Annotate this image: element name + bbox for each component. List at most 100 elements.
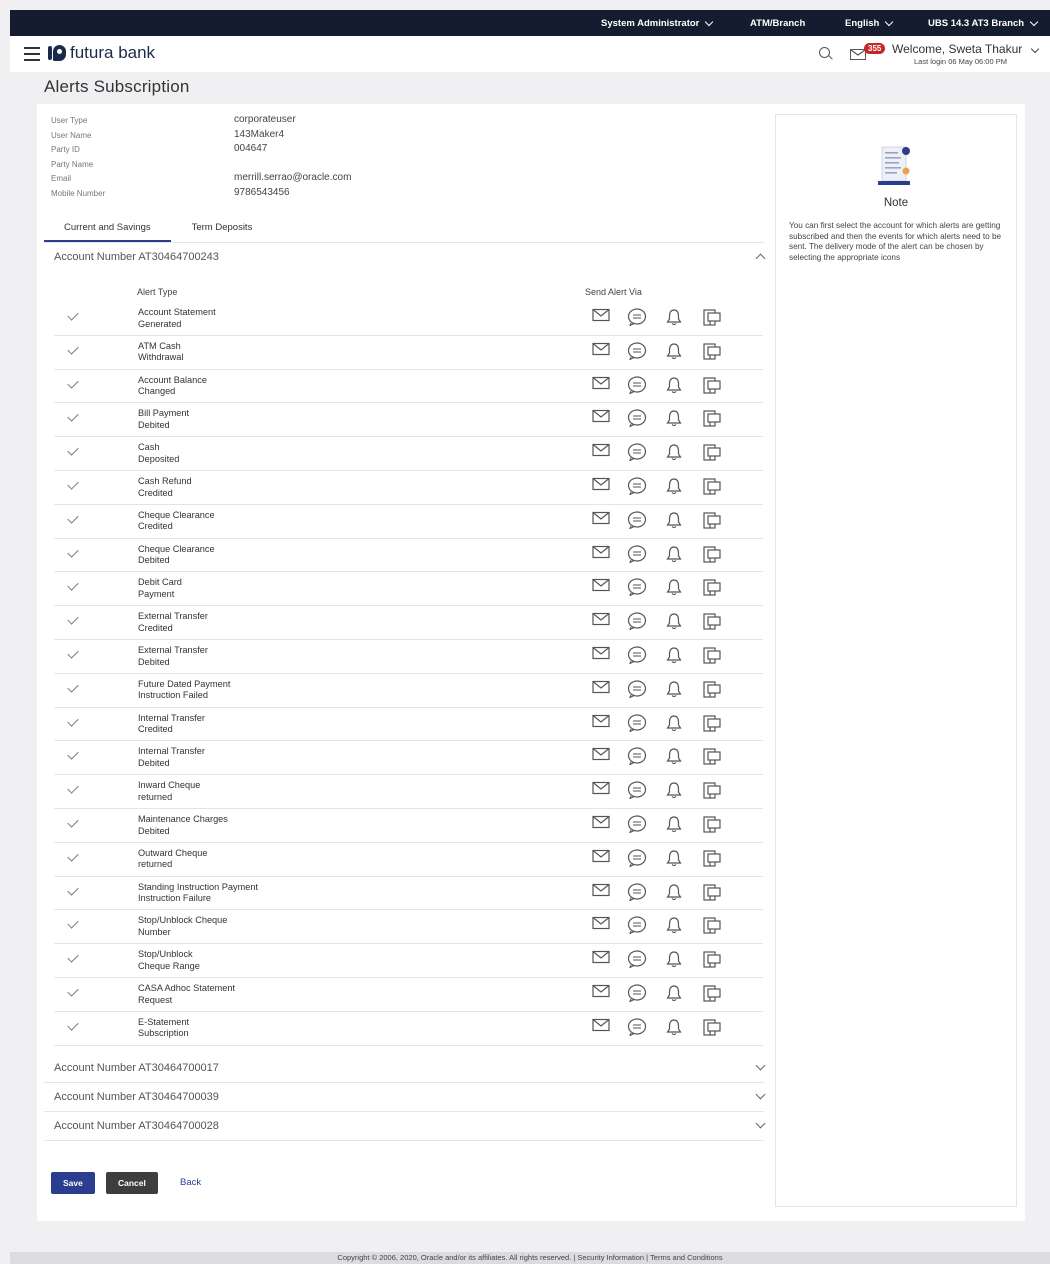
sms-alert-icon[interactable]	[627, 916, 647, 939]
email-alert-icon[interactable]	[592, 342, 610, 361]
alert-row[interactable]: Standing Instruction Payment Instruction …	[54, 877, 763, 911]
on-screen-alert-icon[interactable]	[702, 849, 722, 874]
sms-alert-icon[interactable]	[627, 849, 647, 872]
on-screen-alert-icon[interactable]	[702, 578, 722, 603]
on-screen-alert-icon[interactable]	[702, 984, 722, 1009]
sms-alert-icon[interactable]	[627, 713, 647, 737]
on-screen-alert-icon[interactable]	[702, 781, 722, 806]
menu-icon[interactable]	[24, 47, 40, 61]
sms-alert-icon[interactable]	[627, 409, 647, 432]
check-icon[interactable]	[67, 883, 79, 896]
email-alert-icon[interactable]	[592, 443, 610, 462]
sms-alert-icon[interactable]	[627, 308, 647, 331]
alert-row[interactable]: Future Dated Payment Instruction Failed	[54, 674, 763, 708]
check-icon[interactable]	[67, 545, 79, 558]
push-notification-icon[interactable]	[665, 916, 683, 939]
cancel-button[interactable]: Cancel	[106, 1172, 158, 1194]
push-notification-icon[interactable]	[665, 443, 683, 466]
check-icon[interactable]	[67, 985, 79, 997]
sms-alert-icon[interactable]	[627, 375, 647, 399]
push-notification-icon[interactable]	[665, 409, 683, 432]
push-notification-icon[interactable]	[665, 714, 683, 737]
branch-dropdown[interactable]: UBS 14.3 AT3 Branch	[928, 17, 1039, 29]
sms-alert-icon[interactable]	[627, 747, 647, 770]
check-icon[interactable]	[67, 376, 79, 389]
push-notification-icon[interactable]	[665, 747, 683, 770]
account-accordion-collapsed[interactable]: Account Number AT30464700028	[54, 1112, 774, 1140]
account-accordion-expanded[interactable]: Account Number AT30464700243	[54, 243, 774, 271]
on-screen-alert-icon[interactable]	[702, 545, 722, 570]
sms-alert-icon[interactable]	[627, 612, 647, 635]
search-icon[interactable]	[819, 47, 830, 58]
push-notification-icon[interactable]	[665, 984, 683, 1007]
on-screen-alert-icon[interactable]	[702, 612, 722, 637]
push-notification-icon[interactable]	[665, 578, 683, 601]
on-screen-alert-icon[interactable]	[702, 950, 722, 975]
save-button[interactable]: Save	[51, 1172, 95, 1194]
alert-row[interactable]: Bill Payment Debited	[54, 403, 763, 438]
check-icon[interactable]	[67, 816, 79, 828]
account-accordion-collapsed[interactable]: Account Number AT30464700017	[54, 1054, 774, 1082]
sms-alert-icon[interactable]	[627, 477, 647, 500]
push-notification-icon[interactable]	[665, 545, 683, 568]
alert-row[interactable]: Internal Transfer Debited	[54, 741, 763, 776]
alert-row[interactable]: Maintenance Charges Debited	[54, 809, 763, 843]
check-icon[interactable]	[67, 478, 79, 490]
on-screen-alert-icon[interactable]	[702, 883, 722, 908]
language-dropdown[interactable]: English	[845, 17, 894, 29]
check-icon[interactable]	[67, 917, 79, 930]
push-notification-icon[interactable]	[665, 680, 683, 703]
check-icon[interactable]	[67, 1019, 79, 1031]
check-icon[interactable]	[67, 850, 79, 862]
on-screen-alert-icon[interactable]	[702, 747, 722, 772]
alert-row[interactable]: Cash Deposited	[54, 437, 763, 471]
alert-row[interactable]: Stop/Unblock Cheque Number	[54, 910, 763, 945]
alert-row[interactable]: Cash Refund Credited	[54, 471, 763, 505]
email-alert-icon[interactable]	[592, 950, 610, 969]
alert-row[interactable]: Outward Cheque returned	[54, 843, 763, 877]
push-notification-icon[interactable]	[665, 477, 683, 500]
check-icon[interactable]	[67, 782, 79, 794]
on-screen-alert-icon[interactable]	[702, 409, 722, 434]
on-screen-alert-icon[interactable]	[702, 443, 722, 468]
branch-type-link[interactable]: ATM/Branch	[750, 18, 805, 29]
push-notification-icon[interactable]	[665, 342, 683, 365]
push-notification-icon[interactable]	[665, 815, 683, 838]
email-alert-icon[interactable]	[592, 916, 610, 935]
sms-alert-icon[interactable]	[627, 646, 647, 669]
sms-alert-icon[interactable]	[627, 882, 647, 906]
email-alert-icon[interactable]	[592, 545, 610, 564]
alert-row[interactable]: Stop/Unblock Cheque Range	[54, 944, 763, 978]
check-icon[interactable]	[67, 343, 79, 355]
alert-row[interactable]: Cheque Clearance Credited	[54, 505, 763, 539]
on-screen-alert-icon[interactable]	[702, 477, 722, 502]
email-alert-icon[interactable]	[592, 612, 610, 631]
email-alert-icon[interactable]	[592, 984, 610, 1003]
email-alert-icon[interactable]	[592, 1018, 610, 1037]
alert-row[interactable]: CASA Adhoc Statement Request	[54, 978, 763, 1012]
sms-alert-icon[interactable]	[627, 342, 647, 365]
check-icon[interactable]	[67, 512, 79, 524]
account-accordion-collapsed[interactable]: Account Number AT30464700039	[54, 1083, 774, 1111]
sms-alert-icon[interactable]	[627, 950, 647, 973]
push-notification-icon[interactable]	[665, 612, 683, 635]
sms-alert-icon[interactable]	[627, 815, 647, 838]
sms-alert-icon[interactable]	[627, 443, 647, 466]
sms-alert-icon[interactable]	[627, 511, 647, 534]
push-notification-icon[interactable]	[665, 646, 683, 669]
push-notification-icon[interactable]	[665, 883, 683, 906]
on-screen-alert-icon[interactable]	[702, 714, 722, 739]
alert-row[interactable]: Account Balance Changed	[54, 370, 763, 404]
push-notification-icon[interactable]	[665, 308, 683, 331]
alert-row[interactable]: External Transfer Debited	[54, 640, 763, 674]
push-notification-icon[interactable]	[665, 1018, 683, 1041]
on-screen-alert-icon[interactable]	[702, 342, 722, 367]
on-screen-alert-icon[interactable]	[702, 376, 722, 401]
check-icon[interactable]	[67, 444, 79, 456]
push-notification-icon[interactable]	[665, 781, 683, 804]
notification-badge[interactable]: 355	[864, 43, 886, 54]
check-icon[interactable]	[67, 951, 79, 963]
email-alert-icon[interactable]	[592, 308, 610, 327]
email-alert-icon[interactable]	[592, 646, 610, 665]
alert-row[interactable]: Internal Transfer Credited	[54, 708, 763, 742]
